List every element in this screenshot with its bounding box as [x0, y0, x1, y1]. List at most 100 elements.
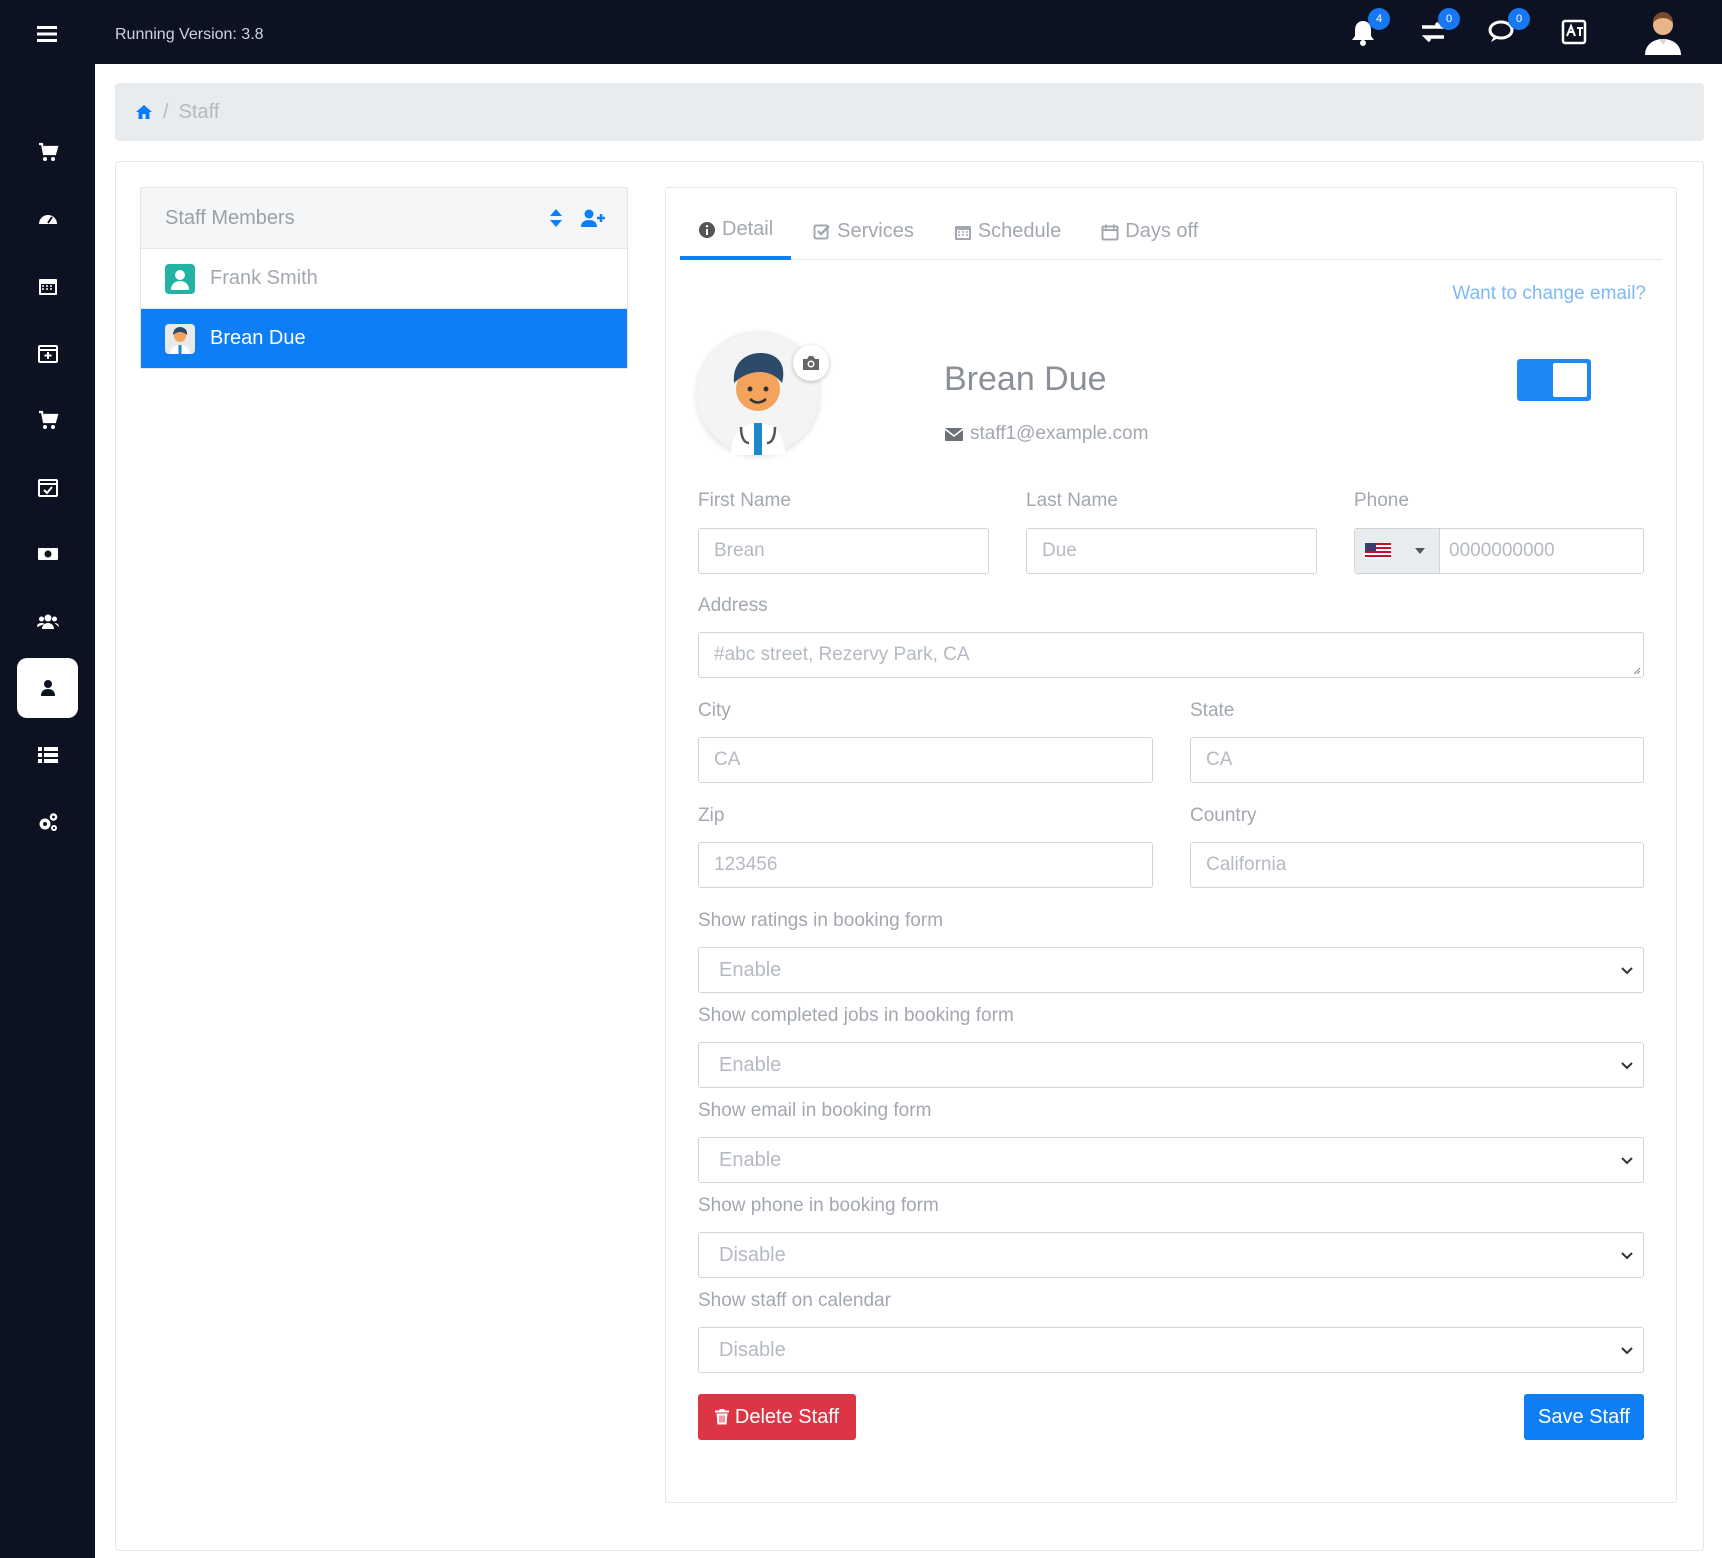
messages-badge: 0 [1508, 8, 1530, 30]
chevron-down-icon [1621, 967, 1633, 975]
select-value: Disable [719, 1338, 786, 1361]
sidebar-item-bookings[interactable] [17, 457, 78, 517]
calendar-check-icon [37, 479, 58, 497]
city-field[interactable]: CA [698, 737, 1153, 783]
staff-detail-panel: Detail Services Schedule Days off Want t… [665, 187, 1677, 1503]
notifications-badge: 4 [1368, 8, 1390, 30]
tab-detail[interactable]: Detail [680, 203, 792, 260]
staff-avatar-doctor-icon [165, 323, 195, 354]
tab-days-off[interactable]: Days off [1083, 203, 1216, 260]
transfers-badge: 0 [1438, 8, 1460, 30]
show-completed-jobs-select[interactable]: Enable [698, 1042, 1644, 1088]
show-email-label: Show email in booking form [698, 1100, 932, 1121]
sidebar-item-services-list[interactable] [17, 725, 78, 785]
zip-label: Zip [698, 805, 725, 826]
last-name-field[interactable]: Due [1026, 528, 1317, 574]
trash-icon [714, 1409, 729, 1425]
staff-members-panel: Staff Members Frank Smith Brean Due [140, 187, 628, 369]
address-label: Address [698, 595, 768, 616]
add-staff-icon[interactable] [581, 208, 605, 228]
tab-schedule[interactable]: Schedule [936, 203, 1079, 260]
hamburger-menu-icon[interactable] [34, 24, 60, 44]
select-value: Enable [719, 1053, 782, 1076]
tab-label: Services [837, 220, 914, 242]
show-completed-jobs-label: Show completed jobs in booking form [698, 1005, 1014, 1026]
calendar-icon [954, 225, 971, 240]
show-ratings-select[interactable]: Enable [698, 947, 1644, 993]
profile-name: Brean Due [944, 360, 1107, 398]
staff-avatar-icon [165, 263, 195, 294]
money-icon [37, 548, 58, 560]
chevron-down-icon [1621, 1062, 1633, 1070]
user-avatar[interactable] [1642, 9, 1684, 55]
resize-grip-icon[interactable] [1631, 665, 1641, 675]
sidebar [0, 64, 95, 1558]
sidebar-item-cart[interactable] [17, 122, 78, 182]
version-text: Running Version: 3.8 [115, 26, 264, 43]
cart-icon [38, 142, 58, 161]
sidebar-item-customers[interactable] [17, 591, 78, 651]
change-email-link[interactable]: Want to change email? [1452, 283, 1646, 305]
profile-email: staff1@example.com [944, 423, 1148, 445]
sidebar-item-dashboard[interactable] [17, 189, 78, 249]
city-label: City [698, 700, 731, 721]
sidebar-item-payments[interactable] [17, 524, 78, 584]
tab-label: Schedule [977, 220, 1062, 242]
delete-staff-button[interactable]: Delete Staff [698, 1394, 856, 1440]
gears-icon [39, 813, 57, 831]
sidebar-item-orders[interactable] [17, 390, 78, 450]
staff-active-toggle[interactable] [1517, 359, 1591, 401]
us-flag-icon [1365, 543, 1391, 559]
show-phone-label: Show phone in booking form [698, 1195, 939, 1216]
info-icon [699, 221, 715, 238]
country-code-dropdown[interactable] [1355, 529, 1440, 573]
chevron-down-icon [1621, 1347, 1633, 1355]
country-label: Country [1190, 805, 1257, 826]
address-textarea[interactable]: #abc street, Rezervy Park, CA [698, 632, 1644, 678]
staff-member-name: Brean Due [210, 327, 306, 349]
phone-label: Phone [1354, 490, 1409, 511]
select-value: Disable [719, 1243, 786, 1266]
breadcrumb-current: Staff [178, 100, 220, 123]
show-phone-select[interactable]: Disable [698, 1232, 1644, 1278]
sidebar-item-settings[interactable] [17, 792, 78, 852]
state-field[interactable]: CA [1190, 737, 1644, 783]
sidebar-item-add-appointment[interactable] [17, 323, 78, 383]
state-label: State [1190, 700, 1235, 721]
home-icon[interactable] [135, 103, 153, 121]
zip-field[interactable]: 123456 [698, 842, 1153, 888]
sidebar-item-staff[interactable] [17, 658, 78, 718]
save-staff-button[interactable]: Save Staff [1524, 1394, 1644, 1440]
show-email-select[interactable]: Enable [698, 1137, 1644, 1183]
user-icon [40, 680, 55, 696]
sidebar-item-calendar[interactable] [17, 256, 78, 316]
staff-member-brean-due[interactable]: Brean Due [141, 308, 627, 368]
caret-down-icon [1415, 548, 1425, 554]
list-icon [37, 747, 58, 763]
address-value: #abc street, Rezervy Park, CA [714, 644, 970, 665]
sort-icon[interactable] [549, 208, 563, 228]
staff-member-name: Frank Smith [210, 267, 318, 289]
show-on-calendar-select[interactable]: Disable [698, 1327, 1644, 1373]
country-field[interactable]: California [1190, 842, 1644, 888]
staff-member-frank-smith[interactable]: Frank Smith [141, 248, 627, 308]
users-group-icon [36, 614, 59, 629]
staff-members-header: Staff Members [141, 188, 627, 248]
tab-label: Days off [1125, 220, 1199, 242]
chevron-down-icon [1621, 1157, 1633, 1165]
phone-field[interactable]: 0000000000 [1354, 528, 1644, 574]
calendar-icon [38, 279, 57, 295]
tab-label: Detail [722, 218, 774, 240]
show-ratings-label: Show ratings in booking form [698, 910, 944, 931]
profile-email-text: staff1@example.com [970, 423, 1149, 444]
delete-staff-label: Delete Staff [734, 1405, 840, 1428]
breadcrumb: / Staff [115, 83, 1704, 141]
top-navbar: Running Version: 3.8 4 0 0 [0, 0, 1722, 64]
envelope-icon [944, 428, 964, 441]
dashboard-gauge-icon [38, 215, 57, 224]
language-translate-icon[interactable] [1558, 16, 1590, 48]
select-value: Enable [719, 958, 782, 981]
tab-services[interactable]: Services [795, 203, 932, 260]
first-name-field[interactable]: Brean [698, 528, 989, 574]
camera-upload-icon[interactable] [793, 345, 829, 381]
